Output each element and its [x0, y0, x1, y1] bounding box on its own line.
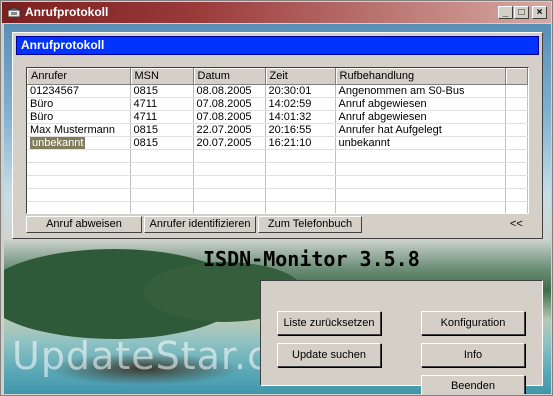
table-row[interactable]: Büro 4711 07.08.2005 14:01:32 Anruf abge… — [27, 110, 528, 124]
column-header-datum[interactable]: Datum — [193, 68, 266, 85]
cell-date: 20.07.2005 — [193, 136, 266, 150]
cell-time: 14:01:32 — [265, 110, 336, 124]
cell-time: 16:21:10 — [265, 136, 336, 150]
cell-time: 20:30:01 — [265, 84, 336, 98]
cell-date: 08.08.2005 — [193, 84, 266, 98]
content-area: Anrufprotokoll Anrufer MSN Datum Zeit Ru… — [4, 24, 551, 394]
column-header-msn[interactable]: MSN — [130, 68, 194, 85]
title-bar[interactable]: Anrufprotokoll _ □ × — [2, 2, 551, 23]
column-header-filler — [505, 68, 528, 85]
cell-handling: Angenommen am S0-Bus — [335, 84, 506, 98]
cell-caller: Büro — [27, 97, 131, 111]
table-row[interactable]: Max Mustermann 0815 22.07.2005 20:16:55 … — [27, 123, 528, 137]
column-header-anrufer[interactable]: Anrufer — [27, 68, 131, 85]
call-log-table[interactable]: Anrufer MSN Datum Zeit Rufbehandlung 012… — [26, 67, 529, 214]
call-log-panel: Anrufprotokoll Anrufer MSN Datum Zeit Ru… — [12, 32, 543, 239]
cell-handling: unbekannt — [335, 136, 506, 150]
cell-caller: unbekannt — [27, 136, 131, 150]
control-button-group: Liste zurücksetzen Konfiguration Update … — [260, 280, 543, 394]
cell-caller: Max Mustermann — [27, 123, 131, 137]
column-header-zeit[interactable]: Zeit — [265, 68, 336, 85]
configuration-button[interactable]: Konfiguration — [421, 311, 525, 335]
table-row-selected[interactable]: unbekannt 0815 20.07.2005 16:21:10 unbek… — [27, 136, 528, 150]
reset-list-button[interactable]: Liste zurücksetzen — [277, 311, 381, 335]
close-button[interactable]: × — [532, 6, 547, 19]
phonebook-button[interactable]: Zum Telefonbuch — [258, 216, 362, 233]
cell-handling: Anruf abgewiesen — [335, 97, 506, 111]
main-window: Anrufprotokoll _ □ × Anrufprotokoll Anru… — [0, 0, 553, 396]
collapse-toggle[interactable]: << — [510, 218, 523, 230]
minimize-button[interactable]: _ — [498, 6, 513, 19]
cell-handling: Anrufer hat Aufgelegt — [335, 123, 506, 137]
cell-msn: 0815 — [130, 84, 194, 98]
cell-caller: 01234567 — [27, 84, 131, 98]
search-update-button[interactable]: Update suchen — [277, 343, 381, 367]
table-row[interactable]: 01234567 0815 08.08.2005 20:30:01 Angeno… — [27, 84, 528, 98]
cell-msn: 4711 — [130, 97, 194, 111]
cell-msn: 0815 — [130, 136, 194, 150]
selected-caller-text: unbekannt — [30, 137, 86, 149]
cell-msn: 0815 — [130, 123, 194, 137]
cell-handling: Anruf abgewiesen — [335, 110, 506, 124]
reject-call-button[interactable]: Anruf abweisen — [26, 216, 142, 233]
cell-time: 14:02:59 — [265, 97, 336, 111]
table-row[interactable]: Büro 4711 07.08.2005 14:02:59 Anruf abge… — [27, 97, 528, 111]
table-row-empty — [27, 175, 528, 189]
table-header-row: Anrufer MSN Datum Zeit Rufbehandlung — [27, 68, 528, 85]
table-row-empty — [27, 149, 528, 163]
column-header-rufbehandlung[interactable]: Rufbehandlung — [335, 68, 506, 85]
cell-date: 07.08.2005 — [193, 97, 266, 111]
cell-caller: Büro — [27, 110, 131, 124]
product-version-label: ISDN-Monitor 3.5.8 — [203, 247, 420, 271]
maximize-button[interactable]: □ — [514, 6, 529, 19]
cell-time: 20:16:55 — [265, 123, 336, 137]
identify-caller-button[interactable]: Anrufer identifizieren — [144, 216, 256, 233]
cell-date: 22.07.2005 — [193, 123, 266, 137]
phone-icon — [7, 7, 21, 18]
quit-button[interactable]: Beenden — [421, 375, 525, 394]
cell-msn: 4711 — [130, 110, 194, 124]
panel-heading: Anrufprotokoll — [16, 36, 539, 55]
table-row-empty — [27, 188, 528, 202]
info-button[interactable]: Info — [421, 343, 525, 367]
table-row-empty — [27, 201, 528, 213]
cell-date: 07.08.2005 — [193, 110, 266, 124]
table-row-empty — [27, 162, 528, 176]
window-title: Anrufprotokoll — [25, 5, 109, 19]
